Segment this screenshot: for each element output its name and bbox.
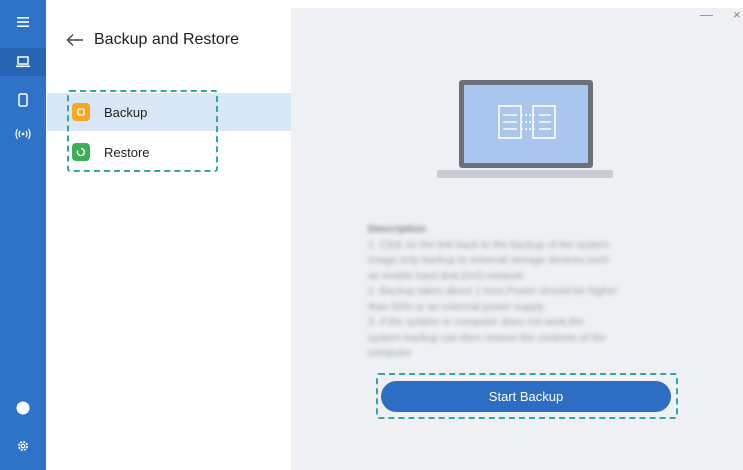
description-title: Description [368, 223, 426, 235]
nav-rail [0, 0, 46, 470]
start-backup-button[interactable]: Start Backup [381, 381, 671, 412]
rail-user-button[interactable] [0, 394, 46, 422]
page-header: Backup and Restore [66, 30, 239, 50]
phone-icon [18, 93, 28, 107]
description-line: image,only backup to external storage de… [368, 254, 610, 266]
description-line: computer [368, 347, 412, 359]
hamburger-menu-icon [17, 17, 29, 27]
laptop-illustration [437, 80, 613, 178]
highlight-frame-menu [67, 90, 218, 172]
description-line: 2. Backup takes about 1 hour,Power shoul… [368, 285, 618, 297]
rail-settings-button[interactable] [0, 432, 46, 460]
arrow-left-icon [66, 34, 83, 46]
back-button[interactable] [66, 30, 86, 50]
sidebar-panel [47, 0, 291, 470]
close-button[interactable]: × [733, 8, 741, 22]
description-line: 3. If the system or computer does not wo… [368, 316, 584, 328]
laptop-icon [16, 56, 30, 68]
user-avatar-icon [16, 401, 30, 415]
description-text: Description 1. Click on the link back to… [368, 222, 688, 362]
menu-button[interactable] [0, 8, 46, 36]
gear-icon [18, 441, 28, 451]
wireless-signal-icon [15, 128, 31, 140]
description-line: system backup can then restore the conte… [368, 331, 607, 344]
description-line: 1. Click on the link back to the backup … [368, 238, 610, 251]
page-title: Backup and Restore [94, 31, 239, 48]
description-line: than 50% or an external power supply [368, 300, 545, 313]
rail-item-phone[interactable] [0, 86, 46, 114]
rail-item-wireless[interactable] [0, 120, 46, 148]
description-line: as mobile hard disk,DVD,network [368, 269, 524, 282]
rail-item-computer[interactable] [0, 48, 46, 76]
minimize-button[interactable]: — [700, 8, 713, 22]
